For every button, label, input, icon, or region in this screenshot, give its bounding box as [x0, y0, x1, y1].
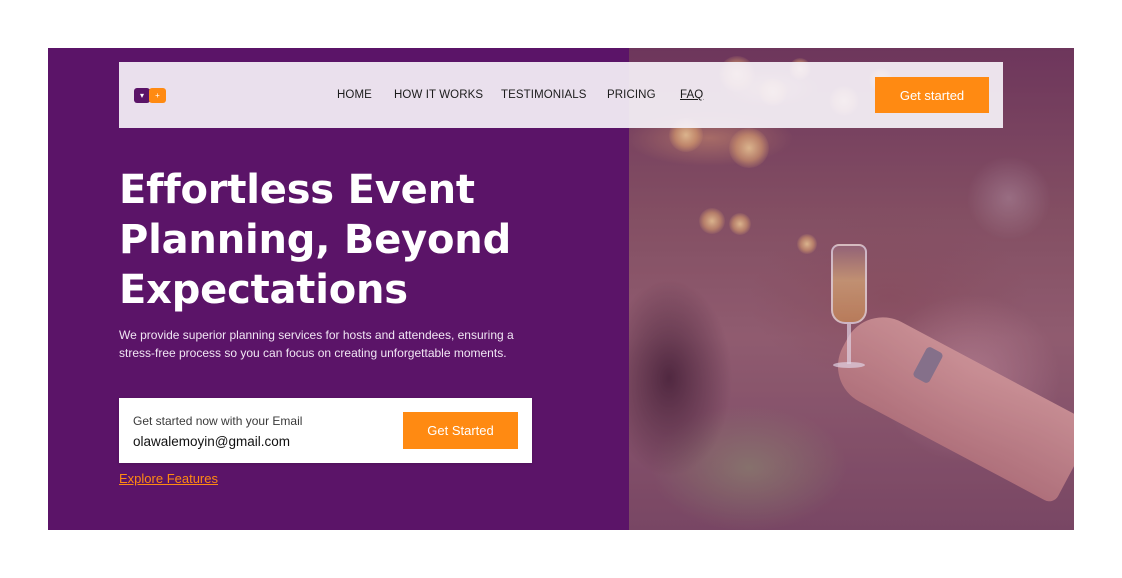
- hero-section: ▾ + HOME HOW IT WORKS TESTIMONIALS PRICI…: [48, 48, 1074, 530]
- champagne-glass: [829, 244, 869, 370]
- nav-item-faq[interactable]: FAQ: [680, 89, 703, 101]
- navbar: ▾ + HOME HOW IT WORKS TESTIMONIALS PRICI…: [119, 62, 1003, 128]
- wristwatch: [912, 345, 944, 385]
- get-started-button[interactable]: Get started: [875, 77, 989, 113]
- nav-item-pricing[interactable]: PRICING: [607, 89, 656, 101]
- glass-stem: [847, 324, 851, 364]
- bokeh-light: [729, 213, 751, 235]
- raised-arm: [823, 303, 1074, 505]
- bokeh-light: [699, 208, 725, 234]
- nav-item-how-it-works[interactable]: HOW IT WORKS: [394, 89, 483, 101]
- email-submit-button[interactable]: Get Started: [403, 412, 518, 449]
- brand-logo[interactable]: ▾ +: [134, 88, 166, 103]
- email-field[interactable]: [133, 432, 383, 450]
- hero-title: Effortless Event Planning, Beyond Expect…: [119, 167, 511, 313]
- glass-base: [833, 362, 865, 368]
- nav-item-home[interactable]: HOME: [337, 89, 372, 101]
- bokeh-light: [729, 128, 769, 168]
- bokeh-light: [797, 234, 817, 254]
- email-field-label: Get started now with your Email: [133, 414, 303, 428]
- hero-subtitle: We provide superior planning services fo…: [119, 328, 514, 360]
- nav-item-testimonials[interactable]: TESTIMONIALS: [501, 89, 587, 101]
- logo-right-mark: +: [149, 88, 166, 103]
- glass-bowl: [831, 244, 867, 324]
- logo-left-mark: ▾: [134, 88, 150, 103]
- email-signup-form: Get started now with your Email Get Star…: [119, 398, 532, 463]
- explore-features-link[interactable]: Explore Features: [119, 471, 218, 486]
